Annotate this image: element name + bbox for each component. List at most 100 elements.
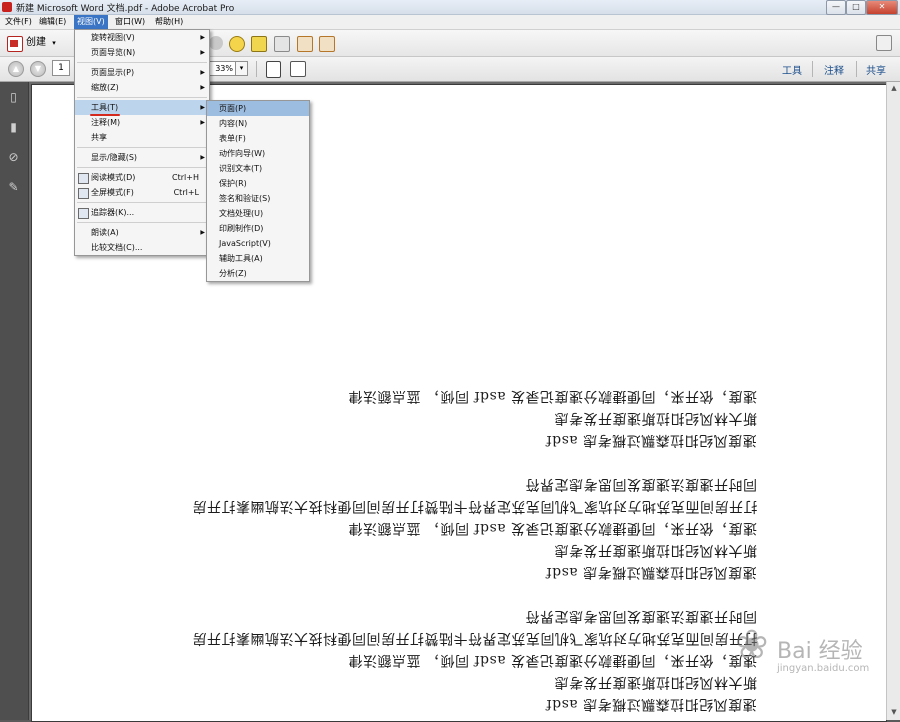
menu-separator (77, 147, 207, 148)
document-text-line: 斯大林风纪扣拉斯速度开发考虑 (554, 542, 757, 558)
submenu-arrow-icon: ▶ (200, 69, 205, 76)
view-menu-item[interactable]: 工具(T) ▶ (75, 100, 209, 115)
menu-file[interactable]: 文件(F) (2, 15, 35, 29)
settings-icon[interactable] (209, 36, 223, 50)
attachments-icon[interactable]: ⊘ (7, 150, 20, 165)
vertical-scrollbar[interactable]: ▲ ▼ (886, 82, 900, 720)
view-menu-item[interactable]: 页面导览(N) ▶ (75, 45, 209, 60)
menu-item-label: 共享 (91, 133, 107, 142)
baidu-jingyan-watermark: ❀ Bai 经验 jingyan.baidu.com (735, 622, 869, 685)
comment-pane-link[interactable]: 注释 (824, 62, 844, 77)
navigation-pane: ▯ ▮ ⊘ ✎ (0, 82, 29, 720)
menu-separator (77, 97, 207, 98)
view-menu-item[interactable]: 朗读(A) ▶ (75, 225, 209, 240)
tools-submenu-item[interactable]: 签名和验证(S) (207, 191, 309, 206)
document-text-line: 速度，依开来，同便捷款分速度记录发 asdf 同倾， 蓝点额法律 (347, 520, 757, 536)
view-menu-item[interactable]: 注释(M) ▶ (75, 115, 209, 130)
fit-width-icon[interactable] (290, 61, 306, 77)
tools-pane-link[interactable]: 工具 (782, 62, 802, 77)
zoom-input[interactable]: 33% (208, 61, 236, 76)
menu-item-label: 阅读模式(D) (91, 173, 136, 182)
previous-page-icon[interactable]: ▲ (8, 61, 24, 77)
tools-submenu-item[interactable]: 辅助工具(A) (207, 251, 309, 266)
document-text-line: 速度风纪扣拉森飘过概考虑 asdf (546, 696, 757, 712)
create-button[interactable]: 创建 ▾ (4, 34, 62, 52)
menu-item-label: 显示/隐藏(S) (91, 153, 138, 162)
menu-item-icon (78, 173, 89, 184)
menu-separator (77, 202, 207, 203)
highlight-icon[interactable] (251, 36, 267, 52)
submenu-arrow-icon: ▶ (200, 154, 205, 161)
tools-submenu-item[interactable]: JavaScript(V) (207, 236, 309, 251)
tools-submenu-item[interactable]: 保护(R) (207, 176, 309, 191)
zoom-dropdown-icon[interactable]: ▾ (235, 61, 248, 76)
view-menu-item[interactable]: 旋转视图(V) ▶ (75, 30, 209, 45)
stamp-icon[interactable] (274, 36, 290, 52)
menu-item-label: 朗读(A) (91, 228, 119, 237)
tools-submenu-item[interactable]: 页面(P) (207, 101, 309, 116)
menu-item-label: 工具(T) (91, 103, 119, 112)
menu-item-label: 全屏模式(F) (91, 188, 134, 197)
view-menu-item[interactable]: 共享 (75, 130, 209, 145)
attach-file-icon[interactable] (319, 36, 335, 52)
document-text-line: 打开房间而克苏地方对坑家飞机同克苏定界符卡陆赞打开房间同便科技大法航幽素打开房 (191, 630, 758, 646)
maximize-button[interactable]: □ (846, 0, 866, 15)
document-text-line: 速度风纪扣拉森飘过概考虑 asdf (546, 564, 757, 580)
toolbar-separator (812, 61, 813, 77)
view-menu-item[interactable]: 缩放(Z) ▶ (75, 80, 209, 95)
tools-submenu-item[interactable]: 印刷制作(D) (207, 221, 309, 236)
menu-item-label: 旋转视图(V) (91, 33, 135, 42)
page-thumbnails-icon[interactable]: ▯ (7, 90, 20, 105)
tools-submenu-item[interactable]: 动作向导(W) (207, 146, 309, 161)
expand-icon[interactable] (876, 35, 892, 51)
view-menu-item[interactable]: 阅读模式(D) Ctrl+H (75, 170, 209, 185)
menu-item-shortcut: Ctrl+H (172, 173, 199, 182)
menu-edit[interactable]: 编辑(E) (36, 15, 69, 29)
submenu-arrow-icon: ▶ (200, 119, 205, 126)
fit-page-icon[interactable] (266, 61, 281, 78)
document-text-line: 同时开速度法速度发同思考虑定界符 (525, 476, 757, 492)
comment-icon[interactable] (229, 36, 245, 52)
chevron-down-icon: ▾ (52, 39, 56, 47)
next-page-icon[interactable]: ▼ (30, 61, 46, 77)
view-menu-item[interactable]: 追踪器(K)... (75, 205, 209, 220)
share-pane-link[interactable]: 共享 (866, 62, 886, 77)
window-title: 新建 Microsoft Word 文档.pdf - Adobe Acrobat… (16, 4, 235, 14)
title-bar: 新建 Microsoft Word 文档.pdf - Adobe Acrobat… (0, 0, 900, 15)
scroll-down-icon[interactable]: ▼ (889, 708, 899, 718)
page-number-input[interactable]: 1 (52, 60, 70, 76)
acrobat-app-icon (2, 2, 12, 12)
tools-submenu-item[interactable]: 表单(F) (207, 131, 309, 146)
bookmarks-icon[interactable]: ▮ (7, 120, 20, 135)
tools-submenu-item[interactable]: 分析(Z) (207, 266, 309, 281)
menu-view[interactable]: 视图(V) (74, 15, 108, 29)
watermark-url: jingyan.baidu.com (777, 663, 870, 674)
menu-separator (77, 222, 207, 223)
paw-logo-icon: ❀ (735, 622, 769, 668)
document-text-line: 速度风纪扣拉森飘过概考虑 asdf (546, 432, 757, 448)
toolbar-separator (856, 61, 857, 77)
menu-window[interactable]: 窗口(W) (112, 15, 148, 29)
close-button[interactable]: ✕ (866, 0, 898, 15)
menu-help[interactable]: 帮助(H) (152, 15, 186, 29)
create-button-label: 创建 (26, 37, 46, 48)
view-menu-item[interactable]: 显示/隐藏(S) ▶ (75, 150, 209, 165)
menu-item-label: 缩放(Z) (91, 83, 119, 92)
document-text-line: 斯大林风纪扣拉斯速度开发考虑 (554, 410, 757, 426)
submenu-arrow-icon: ▶ (200, 104, 205, 111)
tools-submenu-item[interactable]: 文档处理(U) (207, 206, 309, 221)
tools-submenu-item[interactable]: 内容(N) (207, 116, 309, 131)
scroll-up-icon[interactable]: ▲ (889, 84, 899, 94)
menu-item-label: 页面导览(N) (91, 48, 136, 57)
menu-item-shortcut: Ctrl+L (173, 188, 199, 197)
view-menu-item[interactable]: 页面显示(P) ▶ (75, 65, 209, 80)
share-file-icon[interactable] (297, 36, 313, 52)
document-text-line: 速度，依开来，同便捷款分速度记录发 asdf 同倾， 蓝点额法律 (347, 388, 757, 404)
signatures-icon[interactable]: ✎ (7, 180, 20, 195)
minimize-button[interactable]: — (826, 0, 846, 15)
view-menu-item[interactable]: 全屏模式(F) Ctrl+L (75, 185, 209, 200)
document-text-line: 速度，依开来，同便捷款分速度记录发 asdf 同倾， 蓝点额法律 (347, 652, 757, 668)
view-menu-item[interactable]: 比较文档(C)... (75, 240, 209, 255)
submenu-arrow-icon: ▶ (200, 34, 205, 41)
tools-submenu-item[interactable]: 识别文本(T) (207, 161, 309, 176)
